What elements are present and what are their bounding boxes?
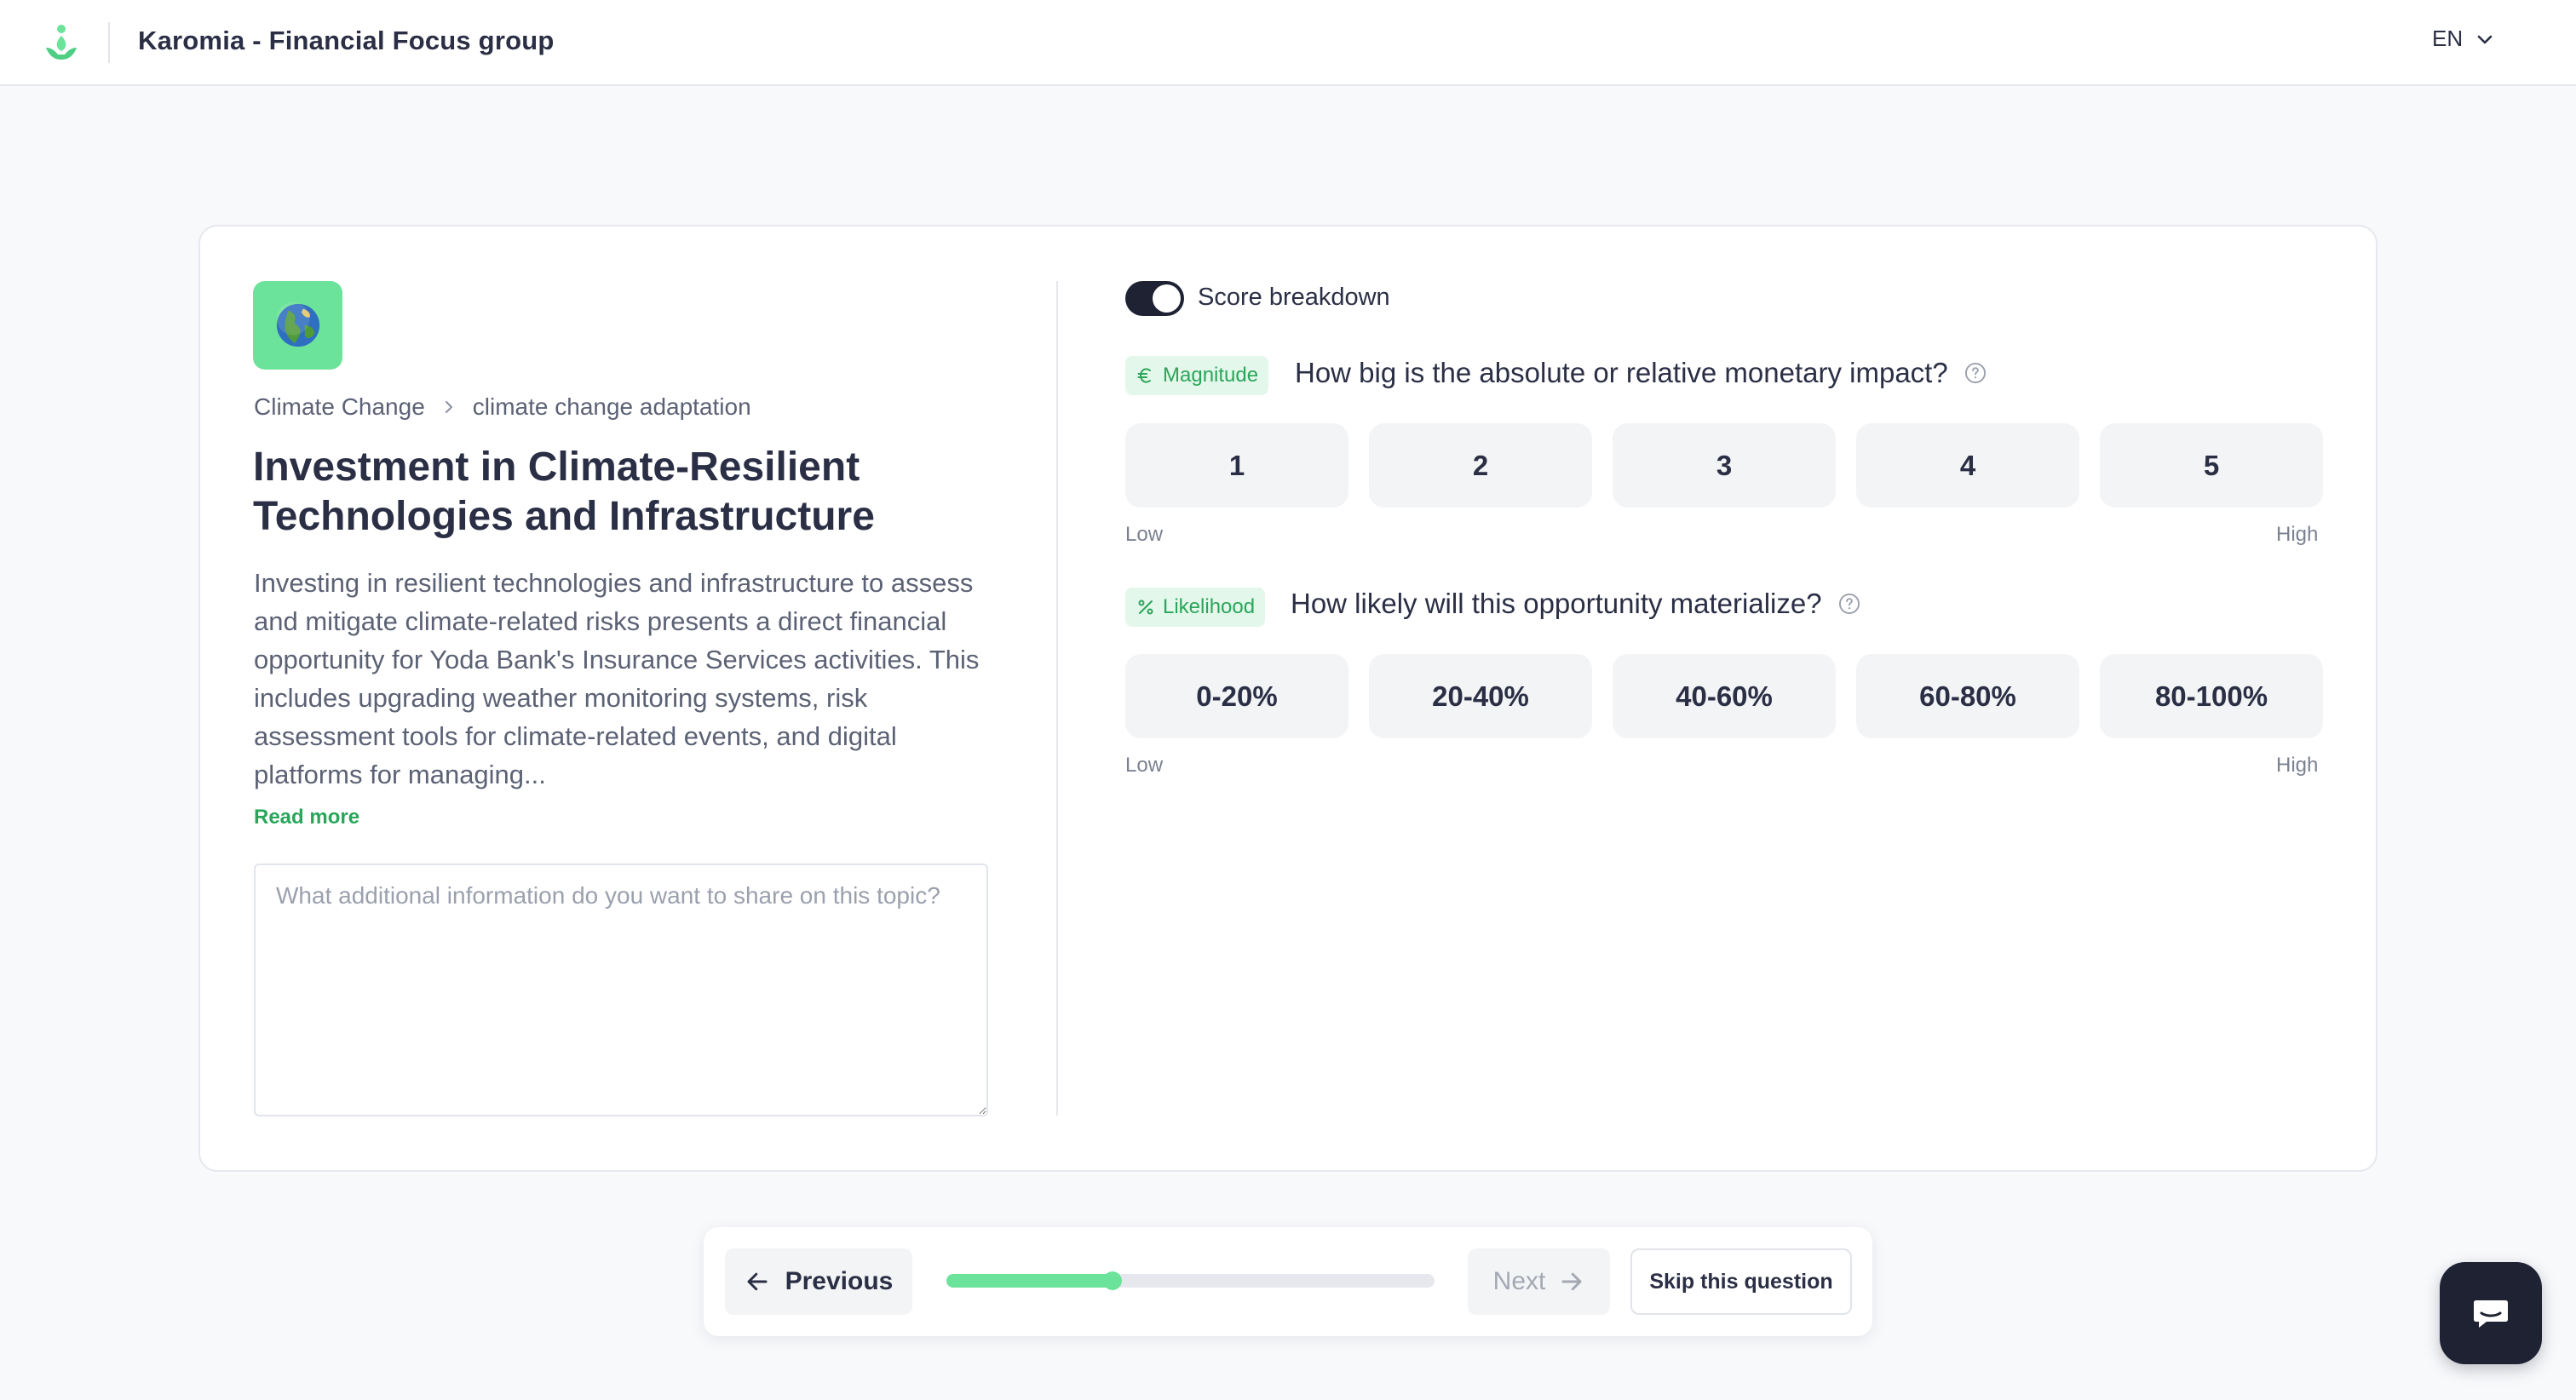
chat-support-button[interactable] — [2440, 1262, 2542, 1364]
app-title: Karomia - Financial Focus group — [138, 26, 555, 55]
likelihood-question: How likely will this opportunity materia… — [1291, 588, 1861, 620]
magnitude-tag-label: Magnitude — [1163, 364, 1259, 387]
score-breakdown-label: Score breakdown — [1198, 284, 1390, 311]
breadcrumb-item-subcategory[interactable]: climate change adaptation — [473, 393, 751, 421]
percent-icon — [1138, 600, 1153, 615]
likelihood-option-0-20[interactable]: 0-20% — [1125, 654, 1348, 738]
previous-button[interactable]: Previous — [725, 1248, 912, 1315]
euro-icon — [1137, 368, 1151, 383]
topic-icon — [253, 281, 342, 370]
read-more-link[interactable]: Read more — [254, 806, 359, 829]
breadcrumb-item-category[interactable]: Climate Change — [254, 393, 425, 421]
magnitude-option-2[interactable]: 2 — [1369, 423, 1592, 508]
magnitude-option-3[interactable]: 3 — [1613, 423, 1836, 508]
score-breakdown-toggle[interactable] — [1125, 281, 1184, 316]
toggle-knob — [1153, 284, 1181, 313]
help-circle-icon[interactable] — [1837, 592, 1861, 616]
magnitude-question: How big is the absolute or relative mone… — [1295, 357, 1987, 389]
magnitude-option-1[interactable]: 1 — [1125, 423, 1348, 508]
progress-bar — [946, 1271, 1435, 1290]
likelihood-option-40-60[interactable]: 40-60% — [1613, 654, 1836, 738]
panel-divider — [1056, 281, 1058, 1116]
chevron-down-icon — [2477, 35, 2493, 43]
breadcrumb: Climate Change climate change adaptation — [254, 393, 751, 421]
top-bar: Karomia - Financial Focus group EN — [0, 0, 2576, 86]
arrow-right-icon — [1561, 1272, 1582, 1291]
progress-handle — [1102, 1271, 1122, 1290]
previous-label: Previous — [785, 1267, 894, 1295]
likelihood-question-text: How likely will this opportunity materia… — [1291, 588, 1822, 619]
likelihood-tag: Likelihood — [1125, 588, 1266, 627]
help-circle-icon[interactable] — [1964, 361, 1987, 385]
magnitude-high-label: High — [2276, 523, 2319, 546]
topic-title: Investment in Climate-Resilient Technolo… — [253, 445, 875, 539]
likelihood-option-80-100[interactable]: 80-100% — [2100, 654, 2323, 738]
likelihood-low-label: Low — [1125, 754, 1164, 777]
magnitude-tag: Magnitude — [1125, 356, 1269, 395]
magnitude-low-label: Low — [1125, 523, 1164, 546]
karomia-logo-icon[interactable] — [41, 22, 82, 63]
next-label: Next — [1492, 1267, 1546, 1295]
next-button[interactable]: Next — [1468, 1248, 1610, 1315]
language-selector[interactable]: EN — [2432, 26, 2495, 52]
magnitude-question-text: How big is the absolute or relative mone… — [1295, 357, 1948, 388]
arrow-left-icon — [747, 1272, 768, 1291]
header-divider — [108, 22, 110, 63]
likelihood-option-20-40[interactable]: 20-40% — [1369, 654, 1592, 738]
skip-question-button[interactable]: Skip this question — [1630, 1248, 1852, 1315]
additional-info-textarea[interactable] — [254, 864, 988, 1116]
chevron-right-icon — [440, 399, 457, 416]
topic-description: Investing in resilient technologies and … — [254, 568, 980, 789]
progress-fill — [946, 1274, 1113, 1288]
likelihood-option-60-80[interactable]: 60-80% — [1856, 654, 2079, 738]
magnitude-option-5[interactable]: 5 — [2100, 423, 2323, 508]
magnitude-option-4[interactable]: 4 — [1856, 423, 2079, 508]
likelihood-high-label: High — [2276, 754, 2319, 777]
language-label: EN — [2432, 26, 2464, 51]
chat-icon — [2474, 1300, 2508, 1328]
globe-icon — [276, 301, 319, 347]
likelihood-tag-label: Likelihood — [1163, 595, 1256, 618]
